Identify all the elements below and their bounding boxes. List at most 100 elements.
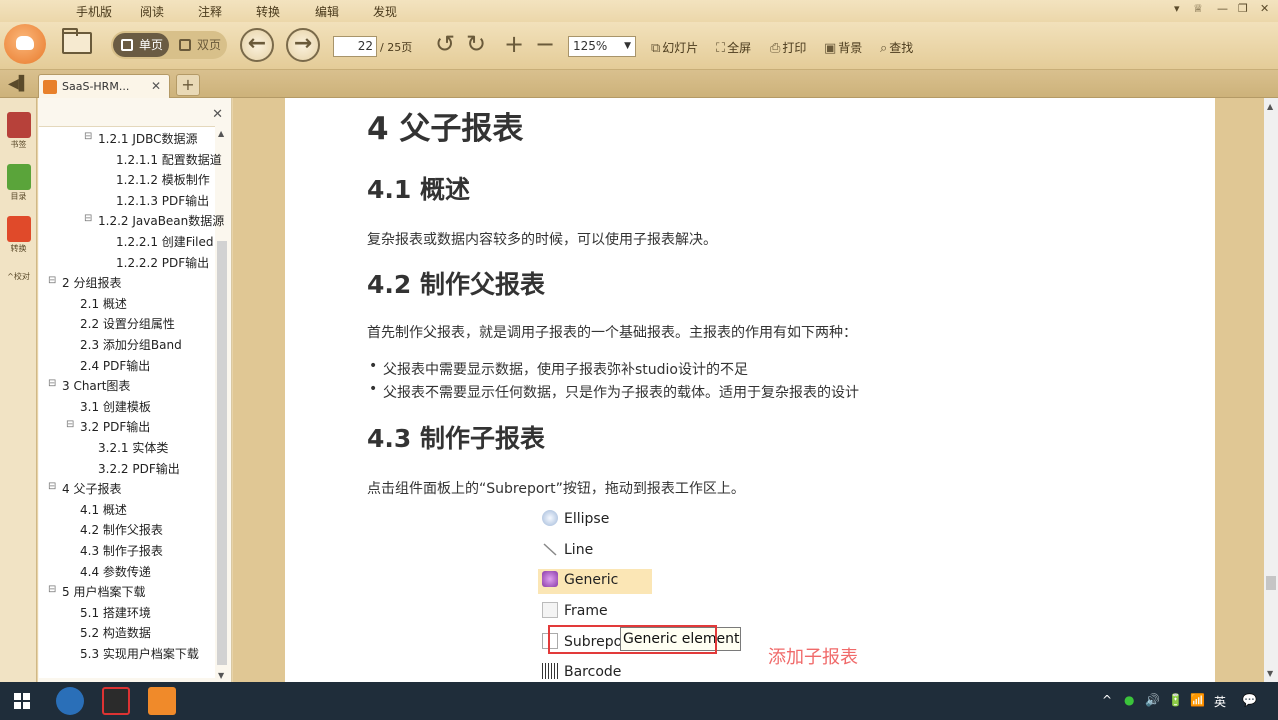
toc-icon [6,164,31,190]
page-total: / 25页 [380,41,413,54]
prev-page-button[interactable]: ← [240,28,274,62]
skin-dropdown-icon[interactable]: ▾ [1174,2,1180,15]
proofread-button[interactable]: ^校对 [4,270,33,282]
maximize-button[interactable]: ❐ [1238,2,1248,15]
heading-4-1: 4.1 概述 [367,175,470,204]
menu-read[interactable]: 阅读 [140,3,164,20]
tray-app-icon[interactable]: ● [1124,693,1134,707]
outline-scroll-thumb[interactable] [217,241,227,665]
app-logo-icon[interactable] [4,24,46,64]
menu-convert[interactable]: 转换 [256,3,280,20]
single-page-icon [121,39,133,51]
close-outline-icon[interactable]: ✕ [212,107,223,122]
outline-item-label: 2 分组报表 [62,276,122,291]
network-icon[interactable]: 📶 [1190,693,1205,707]
menu-mobile[interactable]: 手机版 [76,3,112,20]
heading-4: 4 父子报表 [367,111,524,147]
view-mode-group: 单页 双页 [111,31,227,59]
outline-item-label: 1.2.2.1 创建Filed [116,235,214,249]
battery-icon[interactable]: 🔋 [1168,693,1183,707]
collapse-toggle-icon[interactable]: ⊟ [48,378,56,389]
ime-language[interactable]: 英 [1214,693,1226,710]
browser-app-icon[interactable] [56,687,84,715]
scroll-up-icon[interactable]: ▲ [218,129,224,138]
page-number-input[interactable]: 22 [333,36,377,57]
collapse-toggle-icon[interactable]: ⊟ [66,419,74,430]
outline-item-label: 5.1 搭建环境 [80,605,151,620]
outline-item-label: 2.4 PDF输出 [80,358,151,373]
rotate-right-icon[interactable]: ↻ [466,32,486,56]
scroll-up-icon[interactable]: ▲ [1267,102,1273,111]
line-icon [542,541,558,557]
notification-icon[interactable]: 💬 [1242,693,1257,707]
collapse-toggle-icon[interactable]: ⊟ [48,481,56,492]
scroll-down-icon[interactable]: ▼ [1267,669,1273,678]
outline-item-label: 3.2.1 实体类 [98,441,169,455]
paragraph-4-3: 点击组件面板上的“Subreport”按钮，拖动到报表工作区上。 [367,481,745,497]
menu-edit[interactable]: 编辑 [315,3,339,20]
outline-item-label: 5.3 实现用户档案下载 [80,647,199,661]
chevron-down-icon: ▼ [624,41,631,51]
windows-start-icon[interactable] [14,693,30,709]
pdf-reader-app-icon[interactable] [148,687,176,715]
new-tab-button[interactable]: + [176,74,200,96]
outline-item-label: 4.3 制作子报表 [80,544,163,558]
collapse-toggle-icon[interactable]: ⊟ [48,584,56,595]
barcode-icon [542,663,558,679]
outline-item-label: 2.1 概述 [80,296,127,311]
zoom-select[interactable]: 125% ▼ [568,36,636,57]
slideshow-button[interactable]: ⧉ 幻灯片 [651,39,698,56]
double-page-button[interactable]: 双页 [171,33,225,57]
next-page-button[interactable]: → [286,28,320,62]
tray-expand-icon[interactable]: ^ [1102,693,1112,707]
menu-annotate[interactable]: 注释 [198,3,222,20]
print-button[interactable]: ⎙ 打印 [770,39,806,56]
paragraph-4-1: 复杂报表或数据内容较多的时候，可以使用子报表解决。 [367,232,717,248]
background-button[interactable]: ▣ 背景 [824,39,862,56]
outline-item-label: 4.2 制作父报表 [80,523,163,538]
bookmark-icon [6,112,31,138]
outline-scrollbar[interactable]: ▲ ▼ [215,129,229,680]
fullscreen-button[interactable]: ⛶ 全屏 [716,39,751,56]
search-button[interactable]: ⌕ 查找 [880,39,913,56]
menu-discover[interactable]: 发现 [373,3,397,20]
outline-item-label: 4 父子报表 [62,482,122,497]
outline-item-label: 1.2.1 JDBC数据源 [98,132,198,146]
crown-icon[interactable]: ♕ [1193,2,1203,15]
collapse-toggle-icon[interactable]: ⊟ [84,213,92,224]
outline-item-label: 3 Chart图表 [62,379,131,394]
open-folder-icon[interactable] [62,28,92,54]
collapse-toggle-icon[interactable]: ⊟ [84,131,92,142]
volume-icon[interactable]: 🔊 [1145,693,1160,707]
outline-item-label: 2.3 添加分组Band [80,338,182,352]
zoom-in-icon[interactable]: + [504,32,524,56]
outline-item-label: 1.2.2.2 PDF输出 [116,255,210,270]
outline-item-label: 4.4 参数传递 [80,564,151,579]
collapse-toggle-icon[interactable]: ⊟ [48,275,56,286]
bullet-item: 父报表不需要显示任何数据，只是作为子报表的载体。适用于复杂报表的设计 [369,381,859,402]
outline-item-label: 5.2 构造数据 [80,626,151,641]
scroll-down-icon[interactable]: ▼ [218,671,224,680]
toolbar: 单页 双页 ← → 22 / 25页 ↺ ↻ + − 125% ▼ ⧉ 幻灯片 ⛶ 全… [0,22,1278,70]
generic-icon [542,571,558,587]
close-tab-icon[interactable]: ✕ [151,79,161,93]
tab-bar: ◀▌ SaaS-HRM... ✕ + [0,70,1278,98]
left-tool-strip: 书签 目录 转换 ^校对 [0,98,37,682]
document-scrollbar[interactable]: ▲ ▼ [1264,98,1278,682]
outline-item-label: 3.2.2 PDF输出 [98,461,180,476]
rotate-left-icon[interactable]: ↺ [435,32,455,56]
bookmark-panel-button[interactable]: 书签 [4,112,33,150]
document-scroll-thumb[interactable] [1266,576,1276,590]
printer-icon: ⎙ [770,41,781,56]
heading-4-3: 4.3 制作子报表 [367,424,545,453]
zoom-out-icon[interactable]: − [535,32,555,56]
toc-panel-button[interactable]: 目录 [4,164,33,202]
ide-app-icon[interactable] [102,687,130,715]
document-tab[interactable]: SaaS-HRM... ✕ [38,74,170,98]
convert-panel-button[interactable]: 转换 [4,216,33,254]
minimize-button[interactable]: — [1217,2,1228,15]
close-window-button[interactable]: ✕ [1260,2,1269,15]
outline-item-label: 5 用户档案下载 [62,585,146,600]
collapse-sidebar-icon[interactable]: ◀▌ [8,76,30,92]
single-page-button[interactable]: 单页 [113,33,169,57]
